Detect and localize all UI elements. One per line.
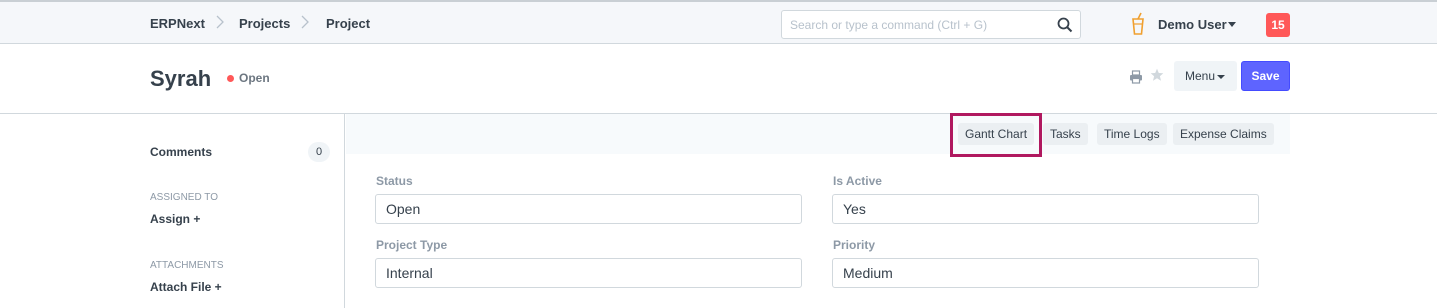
menu-button[interactable]: Menu (1174, 61, 1237, 91)
is-active-label: Is Active (833, 174, 882, 188)
caret-down-icon (1217, 75, 1225, 79)
user-avatar-icon[interactable] (1130, 12, 1146, 36)
search-icon[interactable] (1056, 16, 1074, 34)
status-field[interactable] (375, 194, 802, 224)
form-links-bar: Gantt Chart Tasks Time Logs Expense Clai… (346, 114, 1290, 154)
status-badge: Open (239, 71, 270, 85)
assigned-to-label: ASSIGNED TO (150, 192, 218, 203)
comments-link[interactable]: Comments (150, 145, 212, 159)
chevron-right-icon (216, 15, 224, 29)
breadcrumb-erpnext[interactable]: ERPNext (150, 16, 205, 31)
save-button[interactable]: Save (1241, 61, 1290, 91)
project-type-label: Project Type (376, 238, 448, 252)
attach-file-link[interactable]: Attach File + (150, 280, 222, 294)
chevron-right-icon (301, 15, 309, 29)
breadcrumb-project[interactable]: Project (326, 16, 370, 31)
time-logs-button[interactable]: Time Logs (1097, 123, 1167, 145)
expense-claims-button[interactable]: Expense Claims (1173, 123, 1274, 145)
status-label: Status (376, 174, 413, 188)
top-navbar: ERPNext Projects Project Demo User 15 (0, 0, 1437, 44)
page-title: Syrah (150, 66, 212, 91)
user-menu[interactable]: Demo User (1158, 17, 1227, 32)
breadcrumb-projects[interactable]: Projects (239, 16, 290, 31)
project-type-field[interactable] (375, 258, 802, 288)
notification-badge[interactable]: 15 (1266, 13, 1290, 37)
comments-count-badge: 0 (308, 142, 330, 162)
gantt-chart-button[interactable]: Gantt Chart (958, 123, 1035, 145)
search-input[interactable] (790, 16, 1050, 34)
attachments-label: ATTACHMENTS (150, 260, 224, 271)
priority-label: Priority (833, 238, 876, 252)
status-indicator-dot (227, 75, 234, 82)
assign-link[interactable]: Assign + (150, 212, 200, 226)
form-sidebar: Comments 0 ASSIGNED TO Assign + ATTACHME… (0, 114, 345, 308)
caret-down-icon[interactable] (1228, 22, 1236, 27)
priority-field[interactable] (832, 258, 1259, 288)
search-box (781, 10, 1081, 39)
print-icon[interactable] (1129, 70, 1143, 84)
page-head: Syrah Open Menu Save (0, 44, 1437, 114)
is-active-field[interactable] (832, 194, 1259, 224)
star-icon[interactable] (1150, 68, 1164, 82)
form-layout: Gantt Chart Tasks Time Logs Expense Clai… (346, 114, 1290, 308)
tasks-button[interactable]: Tasks (1043, 123, 1088, 145)
